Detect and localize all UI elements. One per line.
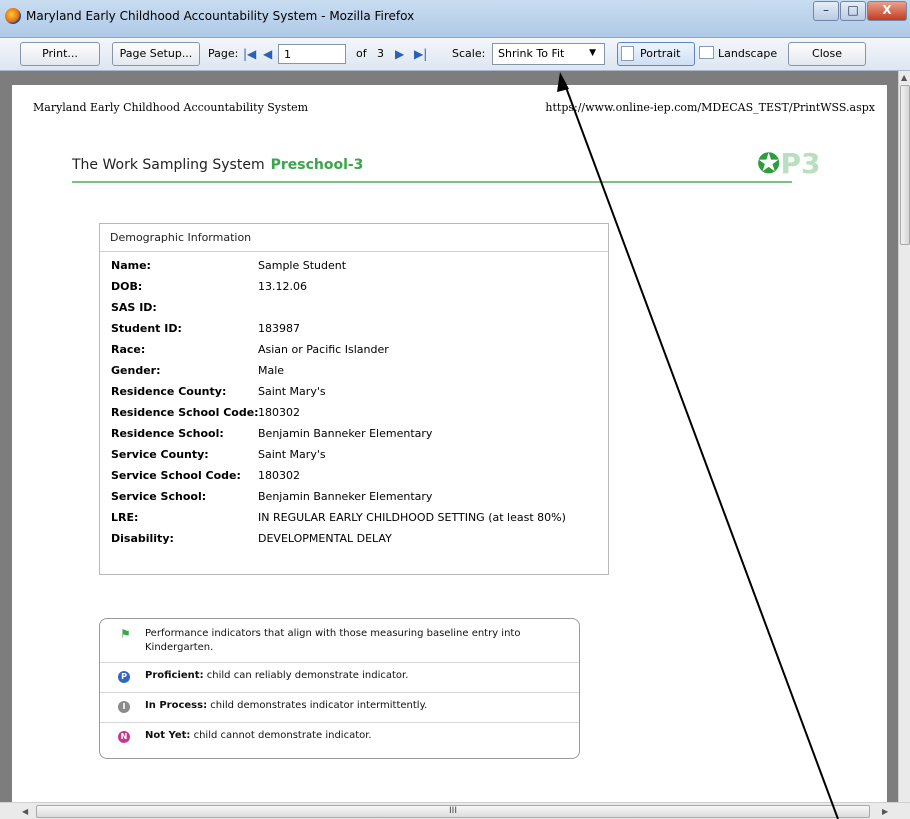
landscape-button[interactable]: Landscape	[695, 42, 783, 66]
indicator-legend: ⚑ Performance indicators that align with…	[99, 618, 580, 759]
grade-label: Preschool-3	[270, 157, 364, 173]
in-process-icon: I	[118, 701, 130, 713]
page-header-left: Maryland Early Childhood Accountability …	[33, 101, 309, 114]
horizontal-scroll-thumb[interactable]: III	[36, 805, 870, 818]
page-number-input[interactable]	[278, 44, 346, 64]
in-process-label: In Process:	[145, 700, 208, 711]
chevron-down-icon: ▼	[589, 48, 596, 58]
horizontal-scrollbar[interactable]: ◀ III ▶	[0, 802, 910, 819]
scale-select-value: Shrink To Fit	[498, 47, 565, 60]
system-name: The Work Sampling System	[72, 157, 265, 173]
landscape-label: Landscape	[718, 47, 778, 60]
in-process-text: child demonstrates indicator intermitten…	[210, 700, 428, 711]
page-header-url: https://www.online-iep.com/MDECAS_TEST/P…	[545, 101, 875, 114]
not-yet-label: Not Yet:	[145, 730, 191, 741]
window-titlebar: Maryland Early Childhood Accountability …	[0, 0, 910, 38]
portrait-button[interactable]: Portrait	[617, 42, 695, 66]
page-setup-button[interactable]: Page Setup...	[112, 42, 200, 66]
not-yet-icon: N	[118, 731, 130, 743]
p3-logo: ✪P3	[757, 147, 820, 180]
print-preview-toolbar: Print... Page Setup... Page: |◀ ◀ of 3 ▶…	[0, 38, 910, 71]
firefox-icon	[5, 8, 21, 24]
scroll-right-icon[interactable]: ▶	[882, 807, 888, 816]
print-button[interactable]: Print...	[20, 42, 100, 66]
scroll-up-icon[interactable]: ▲	[901, 73, 907, 82]
window-title: Maryland Early Childhood Accountability …	[26, 9, 415, 23]
system-title: The Work Sampling System Preschool-3	[72, 157, 363, 173]
first-page-icon[interactable]: |◀	[243, 48, 256, 60]
maximize-button[interactable]: □	[840, 1, 866, 21]
vertical-scroll-thumb[interactable]	[900, 85, 910, 245]
scroll-left-icon[interactable]: ◀	[22, 807, 28, 816]
logo-text: P3	[780, 147, 821, 180]
page-label: Page:	[208, 47, 239, 60]
next-page-icon[interactable]: ▶	[395, 48, 404, 60]
green-flag-icon: ⚑	[120, 627, 131, 641]
title-divider	[72, 181, 792, 183]
minimize-button[interactable]: –	[813, 1, 839, 21]
close-preview-button[interactable]: Close	[788, 42, 866, 66]
portrait-label: Portrait	[640, 47, 681, 60]
vertical-scrollbar[interactable]: ▲	[898, 71, 910, 802]
landscape-page-icon	[699, 46, 714, 59]
of-label: of	[356, 47, 367, 60]
print-page: Maryland Early Childhood Accountability …	[12, 85, 887, 802]
legend-row-proficient: P Proficient: child can reliably demonst…	[100, 663, 579, 693]
proficient-text: child can reliably demonstrate indicator…	[206, 670, 409, 681]
legend-row-in-process: I In Process: child demonstrates indicat…	[100, 693, 579, 723]
legend-row-not-yet: N Not Yet: child cannot demonstrate indi…	[100, 723, 579, 758]
demographics-panel: Demographic Information Name: Sample Stud…	[99, 223, 609, 575]
scale-select[interactable]: Shrink To Fit ▼	[492, 43, 605, 65]
portrait-page-icon	[621, 46, 634, 61]
proficient-icon: P	[118, 671, 130, 683]
child-figure-icon: ✪	[757, 147, 781, 180]
close-window-button[interactable]: X	[867, 1, 907, 21]
proficient-label: Proficient:	[145, 670, 204, 681]
legend-row-flag: ⚑ Performance indicators that align with…	[100, 619, 579, 663]
demographics-title: Demographic Information	[100, 224, 608, 252]
total-pages: 3	[377, 47, 384, 60]
scale-label: Scale:	[452, 47, 486, 60]
legend-flag-text: Performance indicators that align with t…	[145, 628, 521, 653]
previous-page-icon[interactable]: ◀	[263, 48, 272, 60]
last-page-icon[interactable]: ▶|	[414, 48, 427, 60]
not-yet-text: child cannot demonstrate indicator.	[193, 730, 372, 741]
